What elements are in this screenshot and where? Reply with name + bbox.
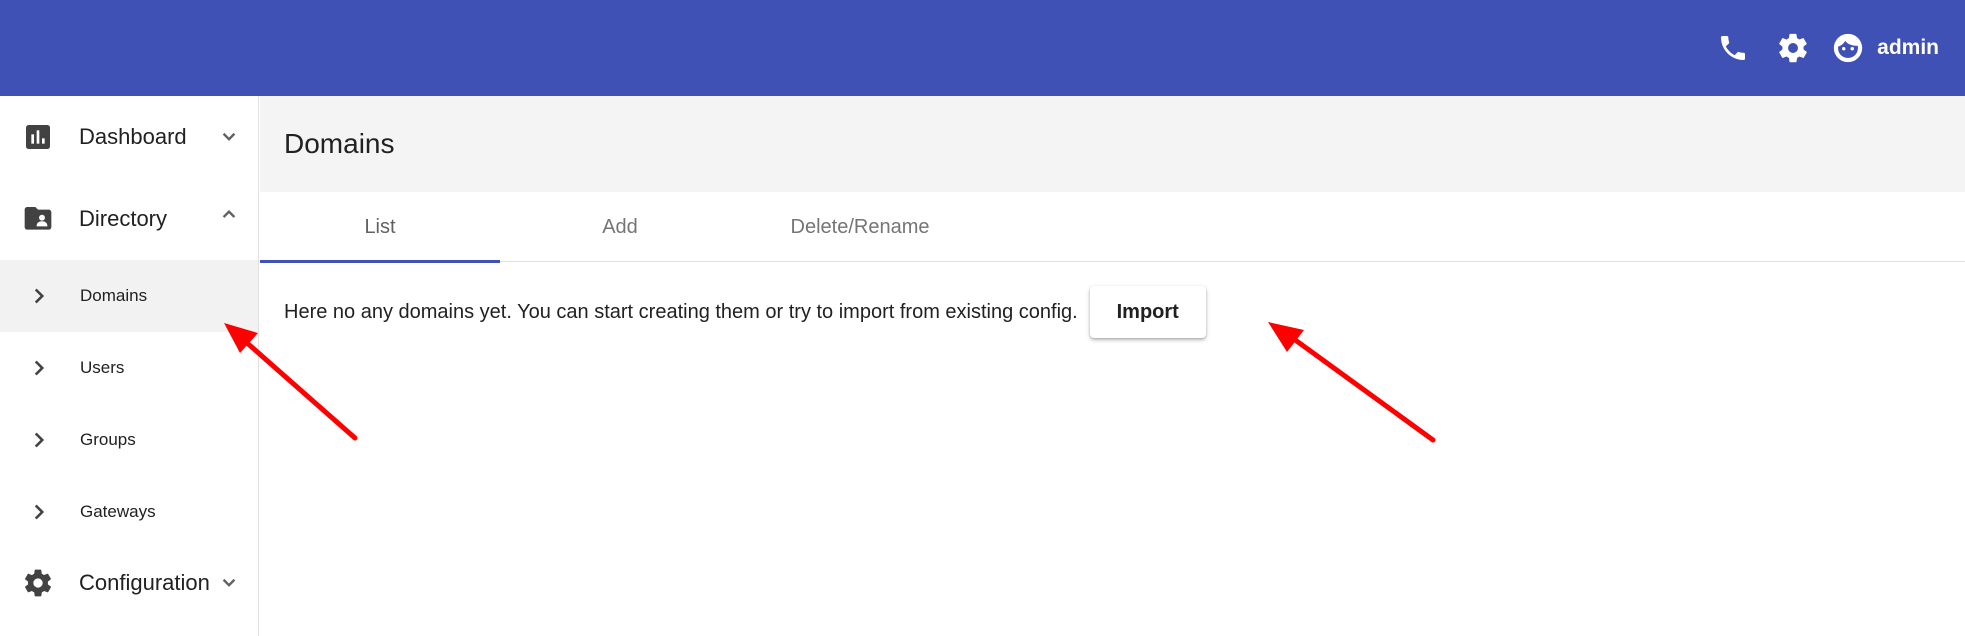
phone-icon: [1721, 36, 1746, 60]
settings-button[interactable]: [1763, 18, 1823, 78]
sidebar-item-label: Users: [80, 358, 125, 377]
sidebar-item-label: Groups: [80, 430, 136, 449]
sidebar-item-groups[interactable]: Groups: [0, 404, 258, 476]
tab-delete-rename[interactable]: Delete/Rename: [740, 192, 980, 262]
sidebar-group-label: Configuration: [79, 570, 210, 595]
chevron-down-icon: [222, 578, 236, 587]
bar-chart-icon: [26, 125, 50, 149]
sidebar-group-configuration[interactable]: Configuration: [0, 548, 258, 618]
sidebar-item-domains[interactable]: Domains: [0, 260, 258, 332]
chevron-right-icon: [34, 288, 45, 304]
chevron-right-icon: [34, 432, 45, 448]
sidebar-item-label: Domains: [80, 286, 148, 305]
sidebar-item-users[interactable]: Users: [0, 332, 258, 404]
user-menu[interactable]: admin: [1831, 31, 1939, 65]
main-content: Domains List Add Delete/Rename Here no a…: [260, 96, 1965, 636]
chevron-up-icon: [222, 209, 236, 218]
gear-icon: [25, 569, 51, 597]
tab-add[interactable]: Add: [500, 192, 740, 262]
tab-bar: List Add Delete/Rename: [260, 192, 1965, 263]
face-icon: [1833, 33, 1863, 63]
chevron-down-icon: [222, 132, 236, 141]
app-bar: admin: [0, 0, 1965, 96]
chevron-right-icon: [34, 360, 45, 376]
tab-list[interactable]: List: [260, 192, 500, 263]
sidebar-group-label: Dashboard: [79, 124, 187, 149]
chevron-right-icon: [34, 504, 45, 520]
folder-user-icon: [24, 207, 52, 230]
gear-icon: [1779, 33, 1807, 63]
sidebar-item-label: Gateways: [80, 502, 156, 521]
page-title: Domains: [284, 128, 395, 159]
sidebar: Dashboard Directory Domains Users Groups: [0, 96, 259, 636]
import-button[interactable]: Import: [1089, 286, 1206, 338]
domains-list-panel: Here no any domains yet. You can start c…: [260, 262, 1965, 362]
user-name: admin: [1877, 36, 1939, 59]
sidebar-item-gateways[interactable]: Gateways: [0, 476, 258, 548]
sidebar-group-dashboard[interactable]: Dashboard: [0, 96, 258, 178]
empty-state-message: Here no any domains yet. You can start c…: [284, 300, 1078, 323]
phone-button[interactable]: [1703, 18, 1763, 78]
page-header: Domains: [260, 96, 1965, 192]
sidebar-group-directory[interactable]: Directory: [0, 178, 258, 260]
sidebar-group-label: Directory: [79, 206, 168, 231]
